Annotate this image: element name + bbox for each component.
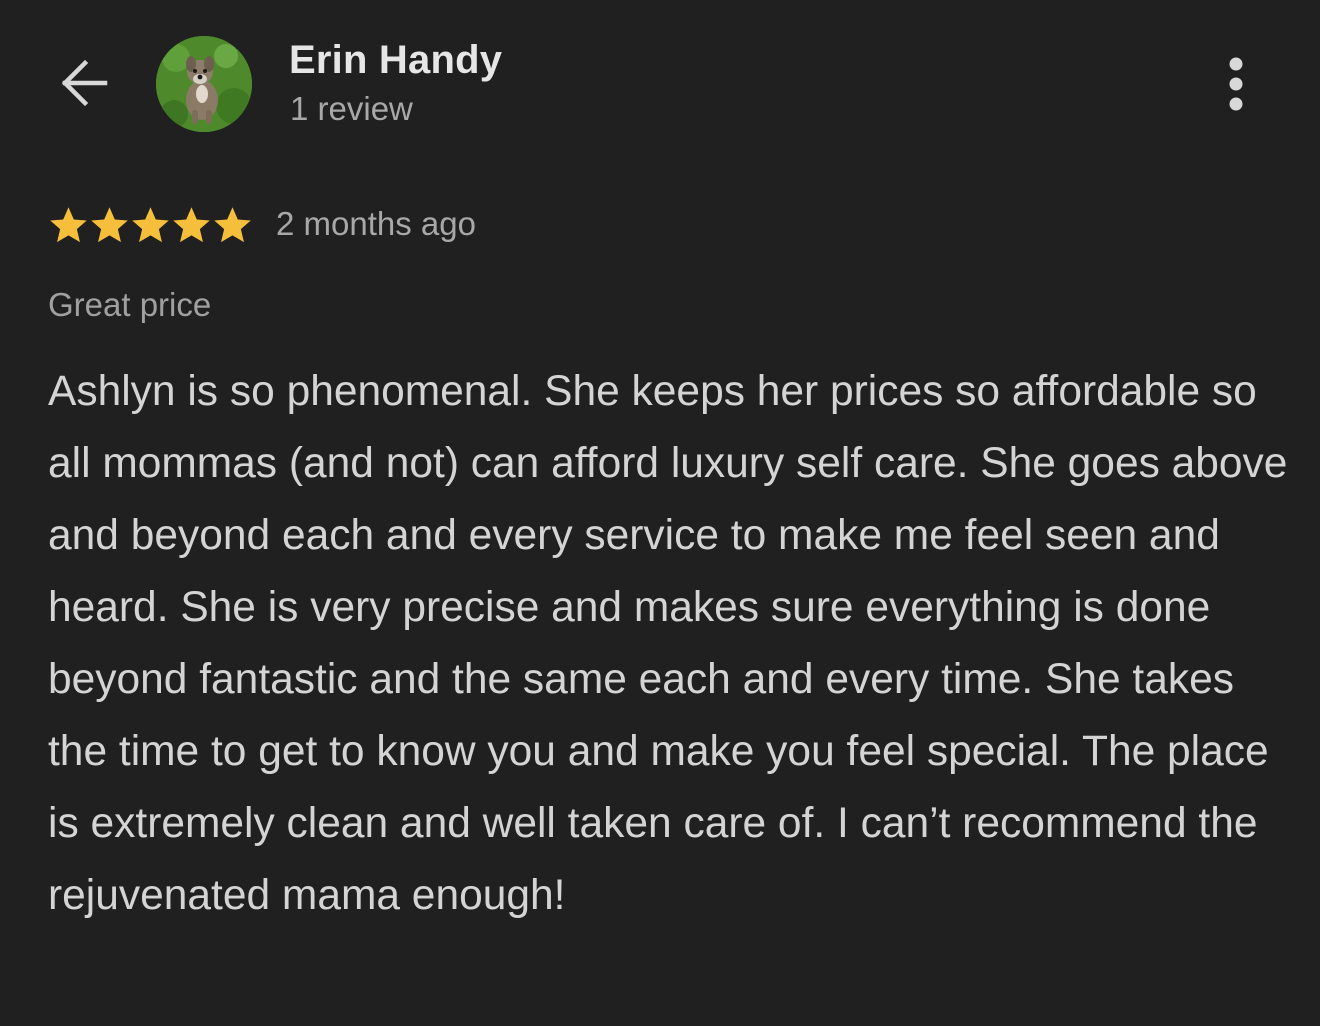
star-icon xyxy=(132,207,169,243)
reviewer-name[interactable]: Erin Handy xyxy=(289,38,502,83)
star-icon xyxy=(50,207,87,243)
more-vertical-icon xyxy=(1229,57,1243,111)
star-icon xyxy=(214,207,251,243)
arrow-left-icon xyxy=(61,59,108,107)
review-count: 1 review xyxy=(290,90,413,127)
review-text: Ashlyn is so phenomenal. She keeps her p… xyxy=(48,368,1288,919)
avatar-photo-icon xyxy=(156,36,252,132)
back-button[interactable] xyxy=(52,52,114,114)
star-rating xyxy=(48,204,253,246)
star-icon xyxy=(91,207,128,243)
review-detail-screen: Erin Handy 1 review 2 months ago Great p… xyxy=(0,0,1320,1026)
review-highlight-tag: Great price xyxy=(48,286,212,323)
review-date: 2 months ago xyxy=(276,205,476,242)
more-options-button[interactable] xyxy=(1212,52,1260,116)
avatar[interactable] xyxy=(156,36,252,132)
star-icon xyxy=(173,207,210,243)
